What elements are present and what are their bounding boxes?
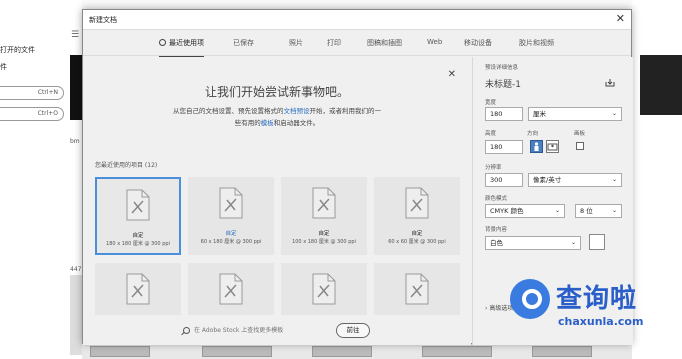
height-label: 高度 bbox=[485, 131, 497, 137]
color-mode-label: 颜色模式 bbox=[485, 196, 508, 202]
chevron-down-icon: ⌄ bbox=[611, 207, 617, 214]
preset-item[interactable]: 自定 100 x 180 厘米 @ 300 ppi bbox=[281, 177, 367, 255]
watermark-logo: 查询啦 chaxunla.com bbox=[510, 275, 682, 359]
document-icon bbox=[126, 273, 150, 305]
recent-file-thumbnail[interactable] bbox=[70, 275, 82, 355]
go-button[interactable]: 前往 bbox=[336, 323, 370, 338]
resolution-field[interactable]: 300 bbox=[485, 173, 523, 187]
tab-mobile[interactable]: 移动设备 bbox=[464, 38, 492, 48]
chevron-down-icon: ⌄ bbox=[570, 239, 576, 246]
background-color-swatch[interactable] bbox=[589, 234, 605, 250]
close-banner-icon[interactable]: ✕ bbox=[448, 69, 456, 80]
save-preset-icon[interactable] bbox=[605, 79, 615, 87]
file-label: 件 bbox=[0, 63, 7, 71]
clock-icon bbox=[159, 39, 166, 46]
preset-item[interactable] bbox=[188, 263, 274, 315]
orientation-label: 方向 bbox=[527, 131, 539, 137]
welcome-text-line-2: 些有用的模板和启动器文件。 bbox=[234, 119, 320, 127]
strip-thumbnail[interactable] bbox=[202, 346, 272, 357]
search-icon bbox=[183, 327, 190, 334]
welcome-banner: ✕ 让我们开始尝试新事物吧。 从您自己的文档设置、预先设置格式的文档预设开始，或… bbox=[94, 67, 460, 143]
preset-spec: 180 x 180 厘米 @ 300 ppi bbox=[106, 241, 170, 247]
document-icon bbox=[405, 273, 429, 305]
preset-name: 自定 bbox=[318, 231, 330, 237]
stock-search-bar: 前往 bbox=[94, 322, 460, 340]
portrait-orientation-icon[interactable] bbox=[530, 140, 543, 153]
chevron-down-icon: ⌄ bbox=[611, 110, 617, 117]
resolution-unit-select[interactable]: 像素/英寸 ⌄ bbox=[528, 173, 622, 187]
document-title-field[interactable]: 未标题-1 bbox=[485, 77, 521, 90]
document-icon bbox=[219, 273, 243, 305]
recent-file-thumbnail[interactable] bbox=[640, 55, 682, 115]
open-files-label: 打开的文件 bbox=[0, 46, 35, 54]
open-file-button[interactable]: Ctrl+O bbox=[0, 107, 64, 121]
landscape-orientation-icon[interactable] bbox=[546, 140, 559, 153]
preset-item[interactable]: 自定 60 x 60 厘米 @ 300 ppi bbox=[374, 177, 460, 255]
document-icon bbox=[126, 189, 150, 221]
welcome-headline: 让我们开始尝试新事物吧。 bbox=[204, 85, 349, 99]
dialog-titlebar: 新建文档 ✕ bbox=[83, 10, 631, 30]
strip-thumbnail[interactable] bbox=[312, 346, 372, 357]
background-left-pane: 打开的文件 件 Ctrl+N Ctrl+O ☰ bm 447 bbox=[0, 0, 82, 359]
resolution-label: 分辨率 bbox=[485, 165, 502, 171]
watermark-brand: 查询啦 bbox=[556, 284, 638, 314]
strip-thumbnail[interactable] bbox=[90, 346, 150, 357]
document-icon bbox=[219, 187, 243, 219]
document-icon bbox=[405, 187, 429, 219]
document-presets-link[interactable]: 文档预设 bbox=[284, 107, 310, 115]
chevron-down-icon: ⌄ bbox=[611, 176, 617, 183]
artboard-label: 画板 bbox=[574, 131, 586, 137]
tab-art-illustration[interactable]: 图稿和插图 bbox=[367, 38, 402, 48]
unit-select[interactable]: 厘米 ⌄ bbox=[528, 107, 622, 121]
tab-recent[interactable]: 最近使用项 bbox=[159, 38, 204, 58]
chevron-down-icon: ⌄ bbox=[554, 207, 560, 214]
tab-print[interactable]: 打印 bbox=[327, 38, 341, 48]
preset-item[interactable]: 自定 60 x 180 厘米 @ 300 ppi bbox=[188, 177, 274, 255]
category-tabs: 最近使用项 已保存 照片 打印 图稿和插图 Web 移动设备 胶片和视频 bbox=[83, 30, 631, 58]
width-label: 宽度 bbox=[485, 100, 497, 106]
thumbnail-label: 447 bbox=[70, 266, 82, 273]
preset-spec: 60 x 180 厘米 @ 300 ppi bbox=[200, 239, 262, 245]
new-file-button[interactable]: Ctrl+N bbox=[0, 86, 64, 100]
preset-name: 自定 bbox=[225, 231, 237, 237]
recent-items-label: 您最近使用的项目 (12) bbox=[95, 162, 158, 169]
artboard-checkbox[interactable] bbox=[576, 142, 584, 150]
preset-spec: 100 x 180 厘米 @ 300 ppi bbox=[292, 239, 356, 245]
magnifier-logo-icon bbox=[510, 279, 550, 319]
close-icon[interactable]: ✕ bbox=[616, 12, 625, 25]
preset-item[interactable] bbox=[95, 263, 181, 315]
preset-item[interactable] bbox=[281, 263, 367, 315]
presets-area: ✕ 让我们开始尝试新事物吧。 从您自己的文档设置、预先设置格式的文档预设开始，或… bbox=[83, 57, 471, 345]
tab-photo[interactable]: 照片 bbox=[289, 38, 303, 48]
thumbnail-label: bm bbox=[70, 138, 80, 145]
preset-name: 自定 bbox=[132, 233, 144, 239]
welcome-text-line-1: 从您自己的文档设置、预先设置格式的文档预设开始，或者利用我们的一 bbox=[173, 107, 381, 115]
color-mode-select[interactable]: CMYK 颜色 ⌄ bbox=[485, 204, 565, 218]
tab-film-video[interactable]: 胶片和视频 bbox=[519, 38, 554, 48]
recent-file-thumbnail[interactable] bbox=[70, 55, 82, 120]
tab-saved[interactable]: 已保存 bbox=[233, 38, 254, 48]
background-contents-label: 背景内容 bbox=[485, 227, 508, 233]
watermark-domain: chaxunla.com bbox=[558, 315, 644, 328]
background-contents-select[interactable]: 白色 ⌄ bbox=[485, 236, 581, 250]
list-view-icon[interactable]: ☰ bbox=[71, 30, 79, 40]
templates-link[interactable]: 模板 bbox=[261, 119, 274, 127]
preset-name: 自定 bbox=[411, 231, 423, 237]
preset-item[interactable]: 自定 180 x 180 厘米 @ 300 ppi bbox=[95, 177, 181, 255]
bit-depth-select[interactable]: 8 位 ⌄ bbox=[575, 204, 622, 218]
tab-web[interactable]: Web bbox=[427, 38, 442, 46]
height-field[interactable]: 180 bbox=[485, 140, 523, 154]
stock-search-input[interactable] bbox=[194, 325, 334, 337]
strip-thumbnail[interactable] bbox=[422, 346, 492, 357]
preset-item[interactable] bbox=[374, 263, 460, 315]
preset-details-label: 预设详细信息 bbox=[485, 65, 519, 71]
document-icon bbox=[312, 187, 336, 219]
width-field[interactable]: 180 bbox=[485, 107, 523, 121]
preset-spec: 60 x 60 厘米 @ 300 ppi bbox=[388, 239, 446, 245]
document-icon bbox=[312, 273, 336, 305]
dialog-title: 新建文档 bbox=[89, 16, 117, 24]
